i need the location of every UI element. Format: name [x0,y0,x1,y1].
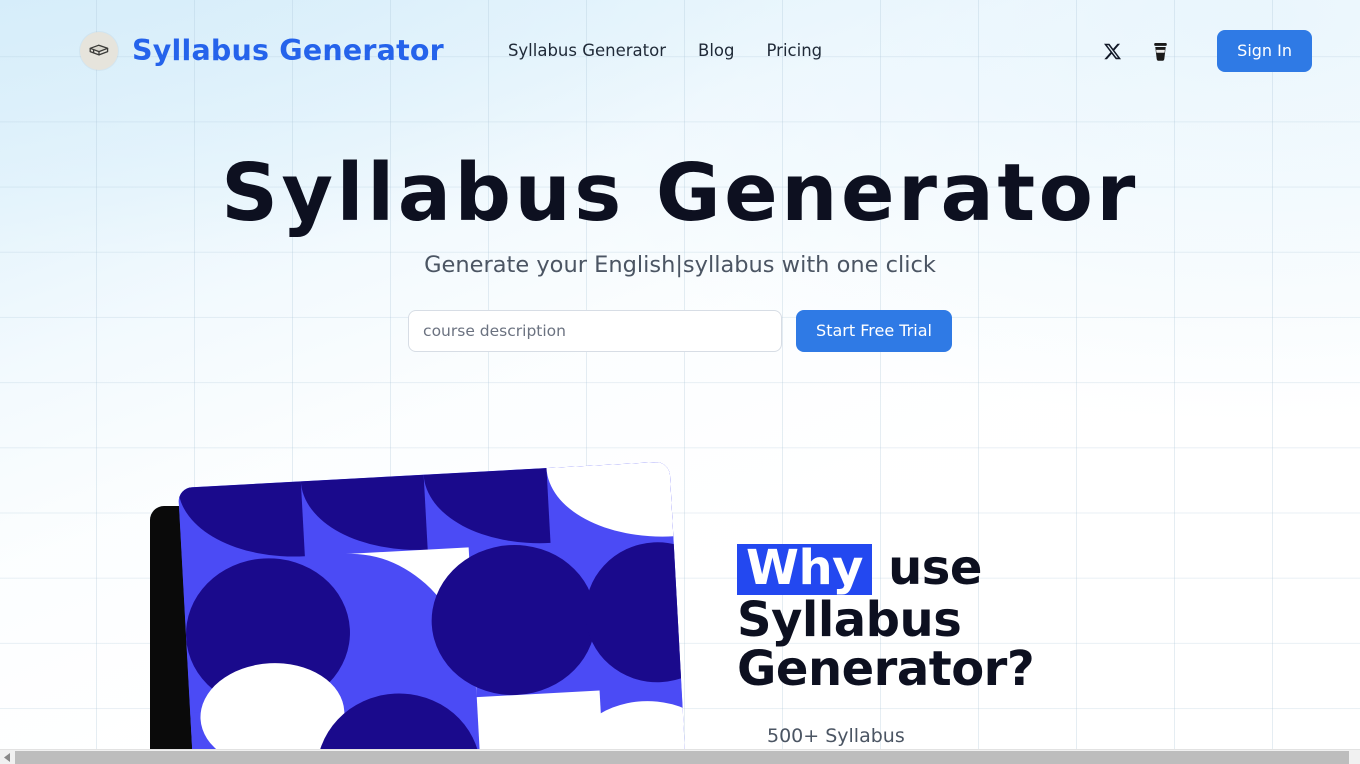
scrollbar-track[interactable] [15,749,1360,764]
page-title: Syllabus Generator [221,147,1139,239]
scrollbar-thumb[interactable] [15,750,1350,764]
abstract-geometric-pattern-card [178,461,686,749]
nav-link-syllabus-generator[interactable]: Syllabus Generator [508,42,666,60]
social-link-buy-me-a-coffee[interactable] [1147,38,1173,64]
why-line3: Generator? [737,640,1035,697]
syllabus-count-stat: 500+ Syllabus [767,724,905,747]
brand-logo-link[interactable]: Syllabus Generator [80,32,444,70]
sign-in-button[interactable]: Sign In [1217,30,1312,72]
why-line1-rest: use [871,540,982,596]
nav-link-pricing[interactable]: Pricing [767,42,823,60]
site-header: Syllabus Generator Syllabus Generator Bl… [0,0,1360,102]
hero-section: Syllabus Generator Generate your English… [0,147,1360,353]
decorative-card-stack [150,461,686,749]
main-nav: Syllabus Generator Blog Pricing [508,42,823,60]
chevron-left-icon[interactable] [0,750,15,764]
header-actions: Sign In [1099,30,1312,72]
why-line2: Syllabus [737,591,962,648]
start-free-trial-button[interactable]: Start Free Trial [796,310,952,353]
hero-signup-form: Start Free Trial [0,310,1360,353]
horizontal-scrollbar[interactable] [0,749,1360,764]
course-description-input[interactable] [408,310,783,353]
brand-name: Syllabus Generator [132,33,444,67]
why-text-block: Why use Syllabus Generator? 500+ Syllabu… [737,544,1137,747]
hero-subtitle: Generate your English|syllabus with one … [424,252,936,279]
why-highlight-word: Why [737,544,872,595]
book-stack-icon [80,32,118,70]
social-link-x[interactable] [1099,38,1125,64]
nav-link-blog[interactable]: Blog [698,42,734,60]
page-canvas: Syllabus Generator Syllabus Generator Bl… [0,0,1360,749]
x-twitter-icon [1103,42,1122,61]
why-heading: Why use Syllabus Generator? [737,544,1137,693]
why-section: Why use Syllabus Generator? 500+ Syllabu… [0,461,1360,749]
coffee-cup-icon [1151,41,1170,62]
